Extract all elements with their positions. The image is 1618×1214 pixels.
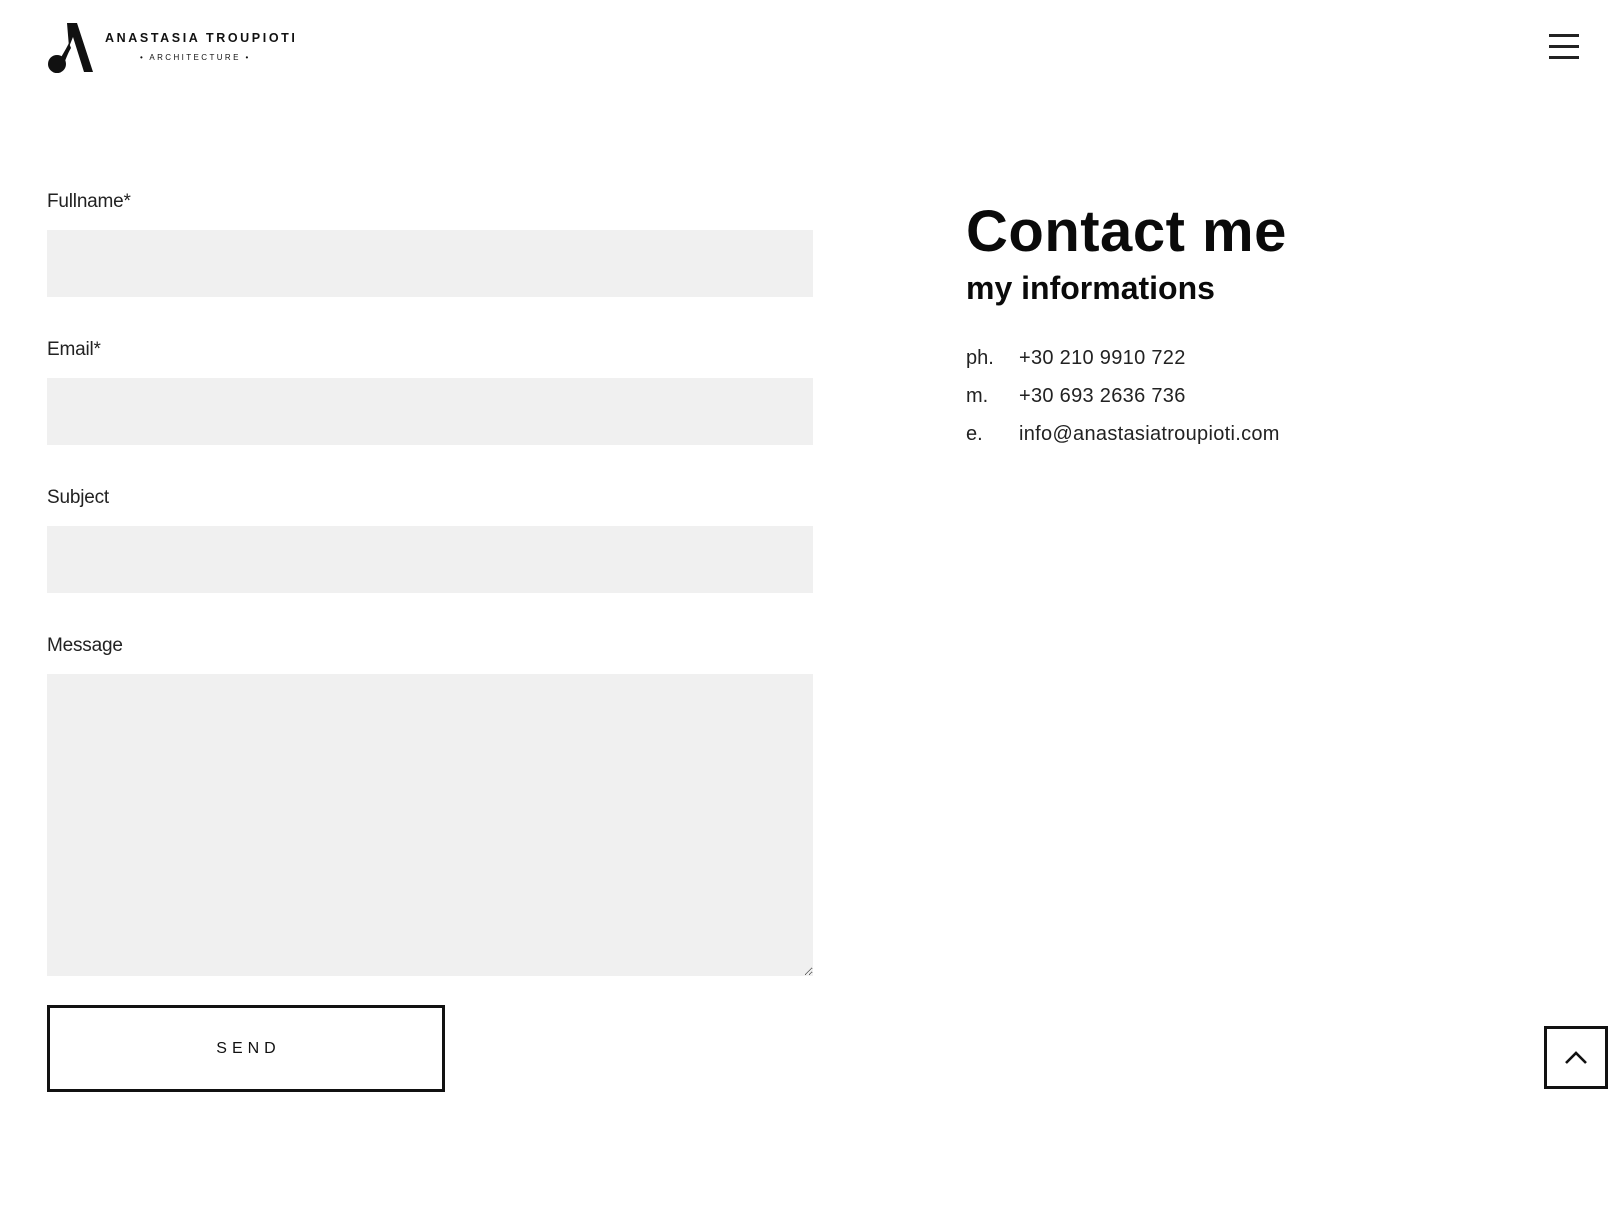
message-label: Message [47,635,123,656]
email-input[interactable] [47,378,813,445]
subject-label: Subject [47,487,109,508]
send-button[interactable]: SEND [47,1005,445,1092]
message-textarea[interactable] [47,674,813,976]
menu-line [1549,56,1579,59]
phone-key: ph. [966,346,994,369]
contact-info: Contact me my informations ph. +30 210 9… [966,198,1566,453]
logo-tagline: • ARCHITECTURE • [140,53,251,62]
menu-line [1549,45,1579,48]
logo-a-mark-icon [48,23,93,73]
email-key: e. [966,422,983,445]
page-subtitle: my informations [966,270,1215,306]
fullname-label: Fullname* [47,191,131,212]
email-row: e. info@anastasiatroupioti.com [966,415,1566,453]
email-link[interactable]: info@anastasiatroupioti.com [1019,423,1280,446]
contact-details-list: ph. +30 210 9910 722 m. +30 693 2636 736… [966,339,1566,453]
hamburger-menu-icon[interactable] [1549,34,1583,60]
contact-form: Fullname* Email* Subject Message [47,190,813,976]
fullname-input[interactable] [47,230,813,297]
page-title: Contact me [966,199,1287,264]
mobile-key: m. [966,384,989,407]
chevron-up-icon [1565,1051,1587,1064]
phone-row: ph. +30 210 9910 722 [966,339,1566,377]
mobile-row: m. +30 693 2636 736 [966,377,1566,415]
menu-line [1549,34,1579,37]
email-label: Email* [47,339,101,360]
back-to-top-button[interactable] [1544,1026,1608,1089]
mobile-value[interactable]: +30 693 2636 736 [1019,385,1186,408]
logo[interactable]: ANASTASIA TROUPIOTI • ARCHITECTURE • [47,21,297,74]
logo-name: ANASTASIA TROUPIOTI [105,31,298,45]
subject-input[interactable] [47,526,813,593]
phone-value[interactable]: +30 210 9910 722 [1019,347,1186,370]
